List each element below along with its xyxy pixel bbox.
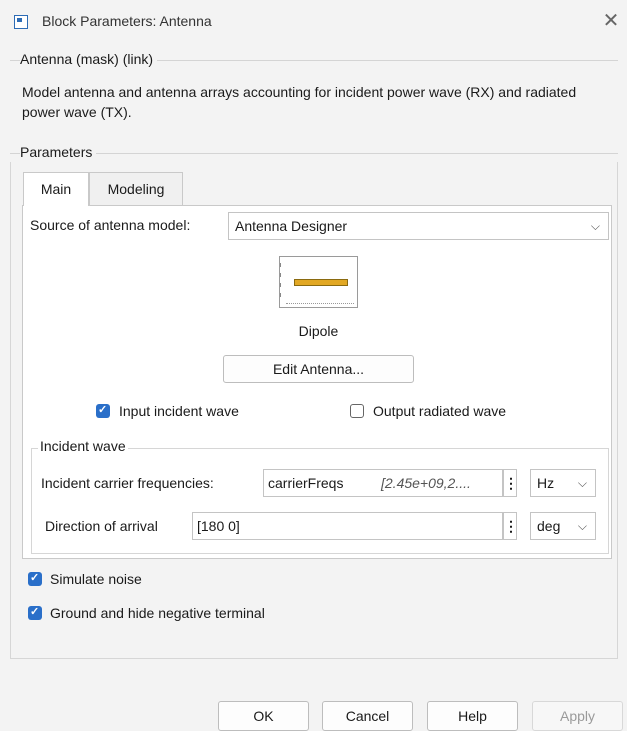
incident-freq-field[interactable]: carrierFreqs [2.45e+09,2....	[263, 469, 503, 497]
tab-modeling[interactable]: Modeling	[89, 172, 183, 205]
doa-unit-select[interactable]: deg ⌵	[530, 512, 596, 540]
dipole-icon	[294, 279, 348, 286]
ground-negative-checkbox[interactable]	[28, 605, 42, 620]
doa-more-icon[interactable]: ⋮	[503, 512, 518, 540]
freq-more-icon[interactable]: ⋮	[503, 469, 518, 497]
output-radiated-wave-checkbox[interactable]	[350, 404, 364, 418]
antenna-preview	[279, 256, 358, 308]
simulate-noise-checkbox[interactable]	[28, 571, 42, 586]
incident-freq-label: Incident carrier frequencies:	[41, 475, 214, 491]
cancel-button[interactable]: Cancel	[322, 701, 413, 731]
freq-unit-select[interactable]: Hz ⌵	[530, 469, 596, 497]
doa-unit-value: deg	[537, 518, 561, 534]
source-value: Antenna Designer	[235, 218, 348, 234]
close-icon[interactable]: ✕	[600, 9, 622, 33]
incident-freq-preview: [2.45e+09,2....	[381, 475, 471, 491]
apply-button[interactable]: Apply	[532, 701, 623, 731]
chevron-down-icon: ⌵	[577, 519, 587, 533]
incident-wave-header: Incident wave	[38, 438, 128, 454]
simulate-noise-label: Simulate noise	[50, 571, 142, 587]
antenna-name: Dipole	[298, 323, 339, 339]
source-label: Source of antenna model:	[30, 217, 191, 233]
freq-unit-value: Hz	[537, 475, 555, 491]
block-header: Antenna (mask) (link)	[20, 51, 158, 67]
edit-antenna-button[interactable]: Edit Antenna...	[223, 355, 414, 383]
chevron-down-icon: ⌵	[577, 476, 587, 490]
help-button[interactable]: Help	[427, 701, 518, 731]
incident-freq-value: carrierFreqs	[268, 475, 344, 491]
input-incident-wave-checkbox[interactable]	[96, 403, 110, 418]
parameters-header: Parameters	[20, 144, 97, 160]
output-radiated-wave-label: Output radiated wave	[373, 403, 507, 419]
doa-value: [180 0]	[197, 518, 240, 534]
window-title: Block Parameters: Antenna	[42, 13, 212, 29]
block-description: Model antenna and antenna arrays account…	[22, 84, 577, 120]
input-incident-wave-label: Input incident wave	[119, 403, 239, 419]
doa-label: Direction of arrival	[45, 518, 158, 534]
doa-field[interactable]: [180 0]	[192, 512, 503, 540]
ground-negative-label: Ground and hide negative terminal	[50, 605, 265, 621]
simulink-block-icon	[14, 15, 28, 29]
chevron-down-icon: ⌵	[590, 219, 600, 233]
ok-button[interactable]: OK	[218, 701, 309, 731]
source-select[interactable]: Antenna Designer ⌵	[228, 212, 609, 240]
tab-main[interactable]: Main	[23, 172, 89, 206]
parameters-divider	[10, 153, 618, 154]
